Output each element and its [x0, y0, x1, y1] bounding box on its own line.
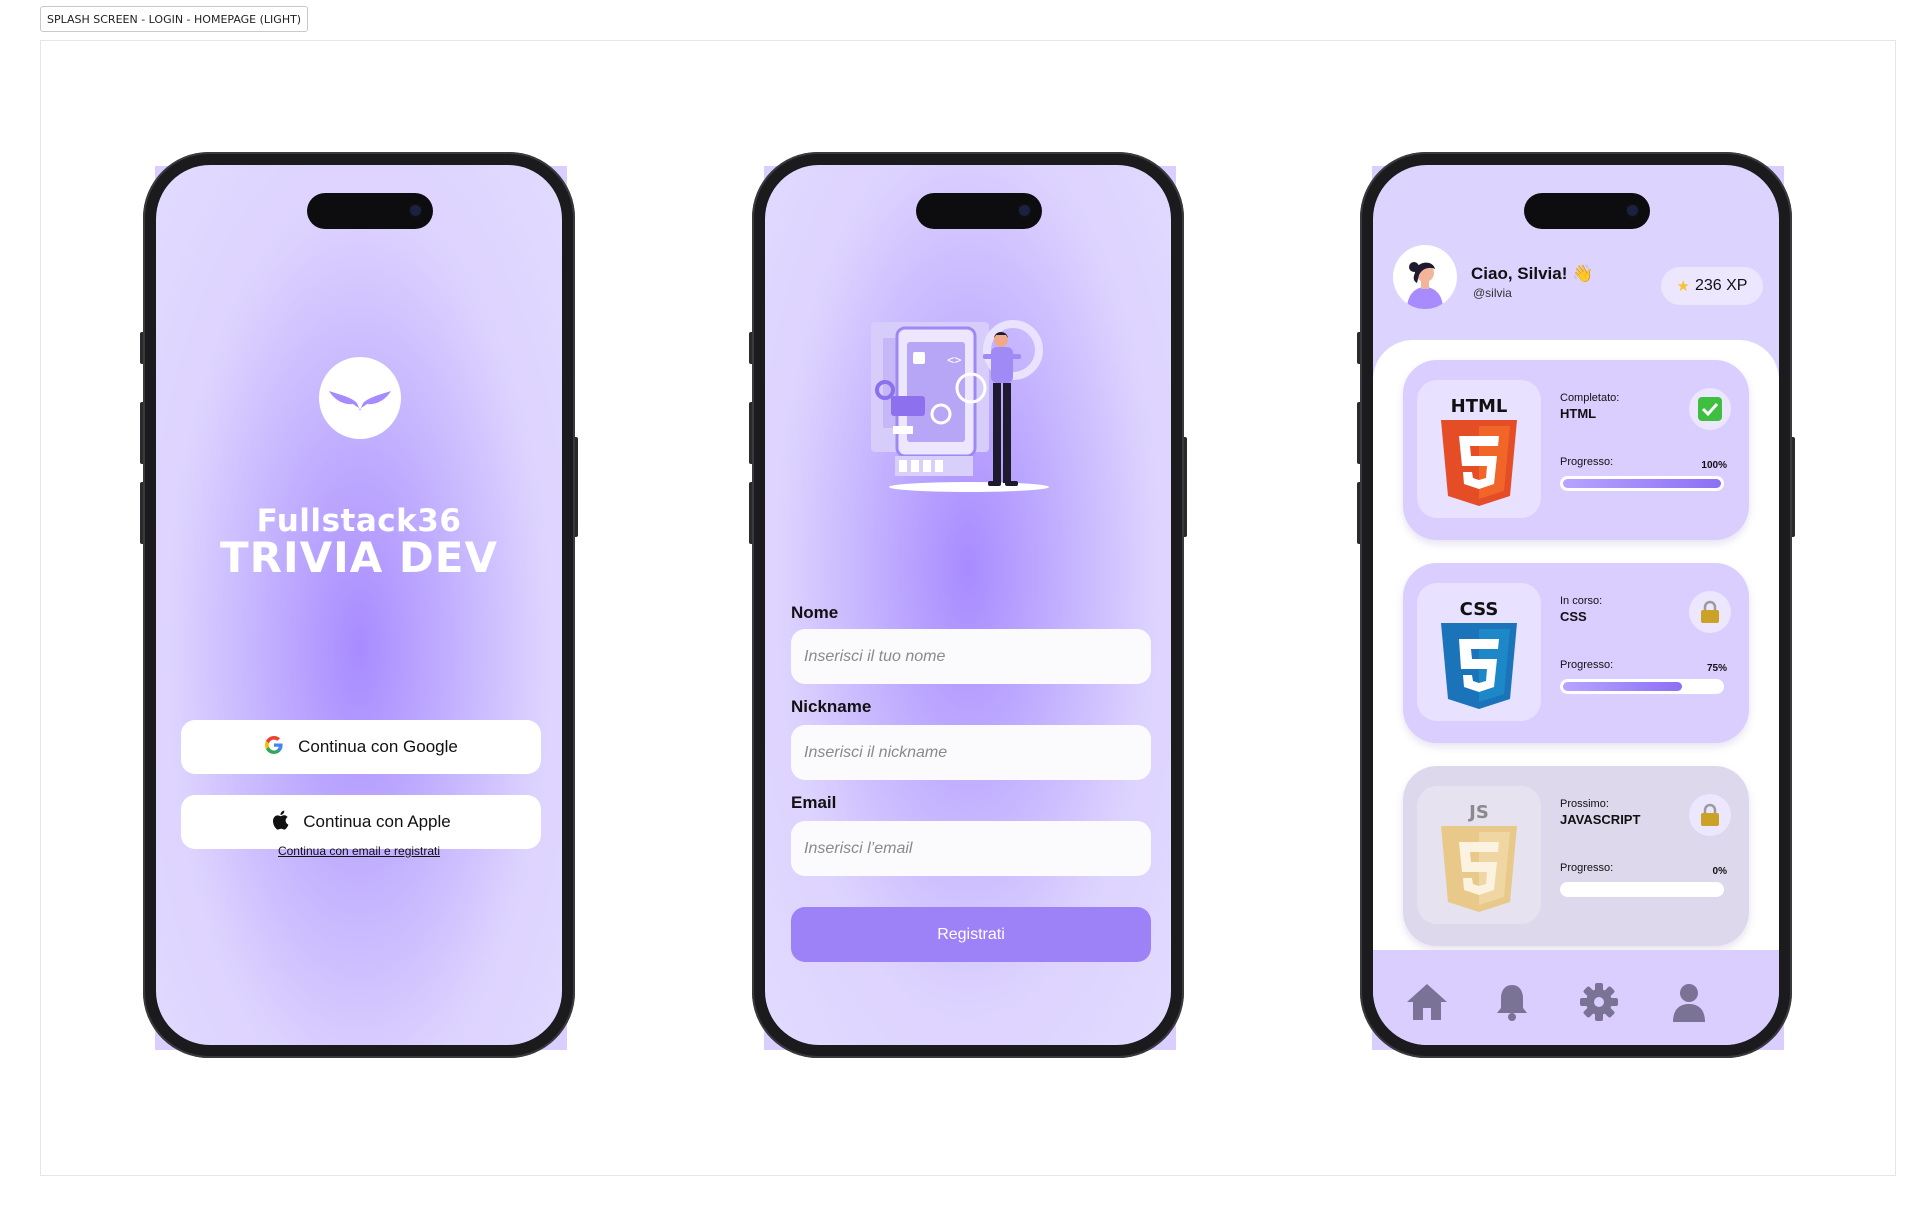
progress-label: Progresso:: [1560, 456, 1614, 468]
css3-logo-icon: CSS: [1417, 583, 1541, 721]
progress-label: Progresso:: [1560, 659, 1614, 671]
email-register-link[interactable]: Continua con email e registrati: [156, 844, 562, 858]
name-label: Nome: [791, 603, 839, 622]
camera-icon: [1627, 205, 1638, 216]
phone-home: Ciao, Silvia! 👋 @silvia ★ 236 XP HTML Co…: [1357, 152, 1795, 1060]
phone-login: <> Nome Inserisci il tuo nome Nickname I…: [749, 152, 1187, 1060]
camera-icon: [1019, 205, 1030, 216]
progress-fill: [1563, 682, 1682, 691]
gear-icon[interactable]: [1577, 980, 1621, 1024]
login-screen: <> Nome Inserisci il tuo nome Nickname I…: [765, 165, 1171, 1045]
phone-body: Fullstack36 TRIVIA DEV Continua con Goog…: [143, 152, 575, 1058]
dynamic-island: [1524, 193, 1650, 229]
star-icon: ★: [1676, 278, 1690, 295]
svg-text:CSS: CSS: [1460, 599, 1499, 620]
bottom-tab-bar: [1373, 950, 1779, 1045]
avatar[interactable]: [1393, 245, 1457, 309]
course-name: JAVASCRIPT: [1560, 812, 1641, 827]
html5-logo-icon: HTML: [1417, 380, 1541, 518]
course-card-javascript[interactable]: JS Prossimo: JAVASCRIPT Progresso: 0%: [1403, 766, 1749, 946]
wings-logo-icon: [319, 357, 401, 439]
course-status: Prossimo:: [1560, 798, 1609, 810]
user-icon[interactable]: [1667, 980, 1711, 1024]
course-card-html[interactable]: HTML Completato: HTML Progresso: 100%: [1403, 360, 1749, 540]
developer-app-illustration: <>: [863, 310, 1073, 514]
course-status: In corso:: [1560, 595, 1603, 607]
camera-icon: [410, 205, 421, 216]
svg-text:HTML: HTML: [1451, 396, 1508, 417]
bell-icon[interactable]: [1490, 980, 1534, 1024]
register-button[interactable]: Registrati: [791, 907, 1151, 962]
lock-icon: [1689, 591, 1731, 633]
phone-splash: Fullstack36 TRIVIA DEV Continua con Goog…: [140, 152, 578, 1060]
dynamic-island: [916, 193, 1042, 229]
progress-label: Progresso:: [1560, 862, 1614, 874]
js-logo-icon: JS: [1417, 786, 1541, 924]
courses-panel: HTML Completato: HTML Progresso: 100% CS…: [1373, 340, 1779, 950]
progress-track: [1560, 679, 1724, 694]
apple-icon: [271, 810, 289, 835]
course-name: HTML: [1560, 406, 1597, 421]
xp-value: 236 XP: [1694, 277, 1748, 294]
progress-track: [1560, 476, 1724, 491]
xp-badge: ★ 236 XP: [1661, 267, 1763, 305]
google-icon: [264, 735, 284, 760]
course-card-css[interactable]: CSS In corso: CSS Progresso: 75%: [1403, 563, 1749, 743]
svg-text:JS: JS: [1467, 802, 1489, 823]
brand-subtitle: TRIVIA DEV: [220, 533, 498, 582]
nickname-label: Nickname: [791, 697, 872, 716]
apple-login-button[interactable]: Continua con Apple: [181, 795, 541, 849]
phone-body: <> Nome Inserisci il tuo nome Nickname I…: [752, 152, 1184, 1058]
frame-label: SPLASH SCREEN - LOGIN - HOMEPAGE (LIGHT): [40, 6, 309, 32]
progress-track: [1560, 882, 1724, 897]
progress-fill: [1563, 479, 1721, 488]
progress-value: 0%: [1712, 866, 1727, 877]
email-label: Email: [791, 793, 837, 812]
course-name: CSS: [1560, 609, 1587, 624]
svg-text:<>: <>: [947, 353, 961, 367]
google-login-button[interactable]: Continua con Google: [181, 720, 541, 774]
greeting-text: Ciao, Silvia! 👋: [1471, 264, 1594, 283]
lock-icon: [1689, 794, 1731, 836]
check-icon: [1689, 388, 1731, 430]
apple-button-label: Continua con Apple: [303, 812, 451, 831]
name-input[interactable]: [791, 629, 1151, 684]
email-input[interactable]: [791, 821, 1151, 876]
home-screen: Ciao, Silvia! 👋 @silvia ★ 236 XP HTML Co…: [1373, 165, 1779, 1045]
user-handle: @silvia: [1473, 286, 1512, 300]
splash-screen: Fullstack36 TRIVIA DEV Continua con Goog…: [156, 165, 562, 1045]
phone-body: Ciao, Silvia! 👋 @silvia ★ 236 XP HTML Co…: [1360, 152, 1792, 1058]
home-icon[interactable]: [1405, 980, 1449, 1024]
course-status: Completato:: [1560, 392, 1620, 404]
progress-value: 75%: [1706, 663, 1727, 674]
progress-value: 100%: [1701, 460, 1727, 471]
nickname-input[interactable]: [791, 725, 1151, 780]
dynamic-island: [307, 193, 433, 229]
google-button-label: Continua con Google: [298, 737, 458, 756]
